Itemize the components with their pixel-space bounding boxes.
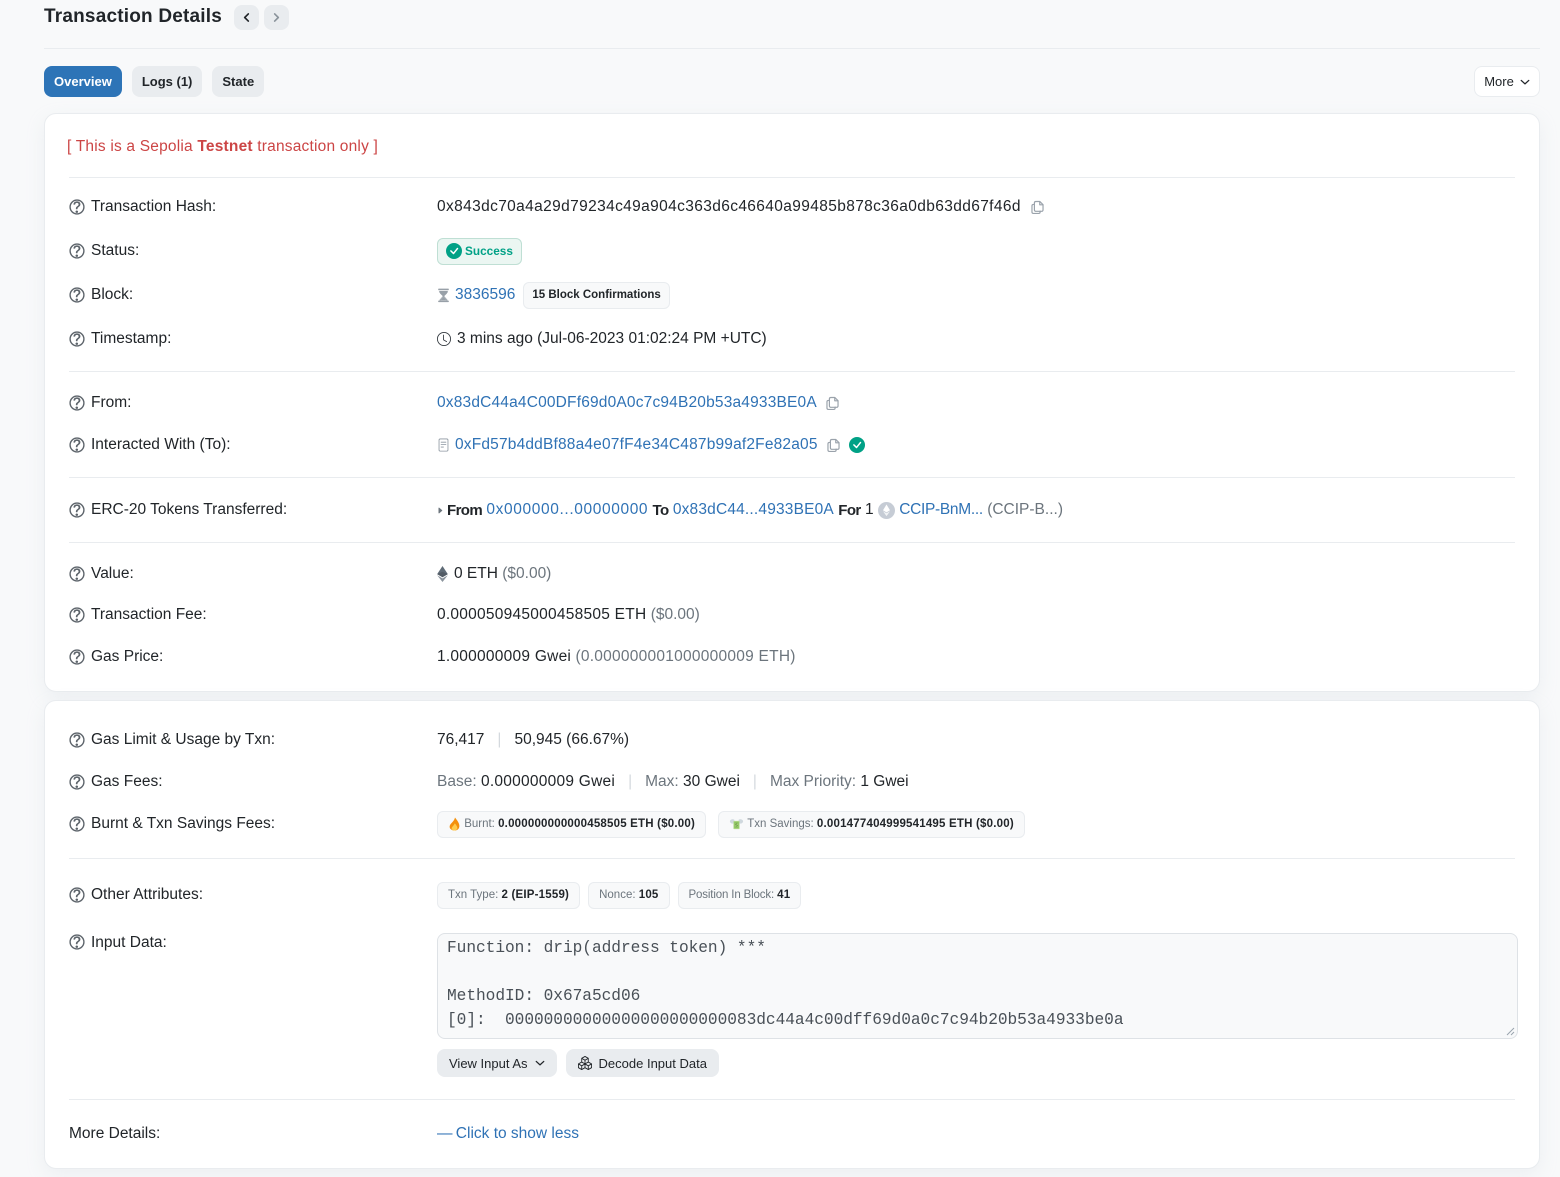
svg-text:$: $: [735, 822, 738, 828]
